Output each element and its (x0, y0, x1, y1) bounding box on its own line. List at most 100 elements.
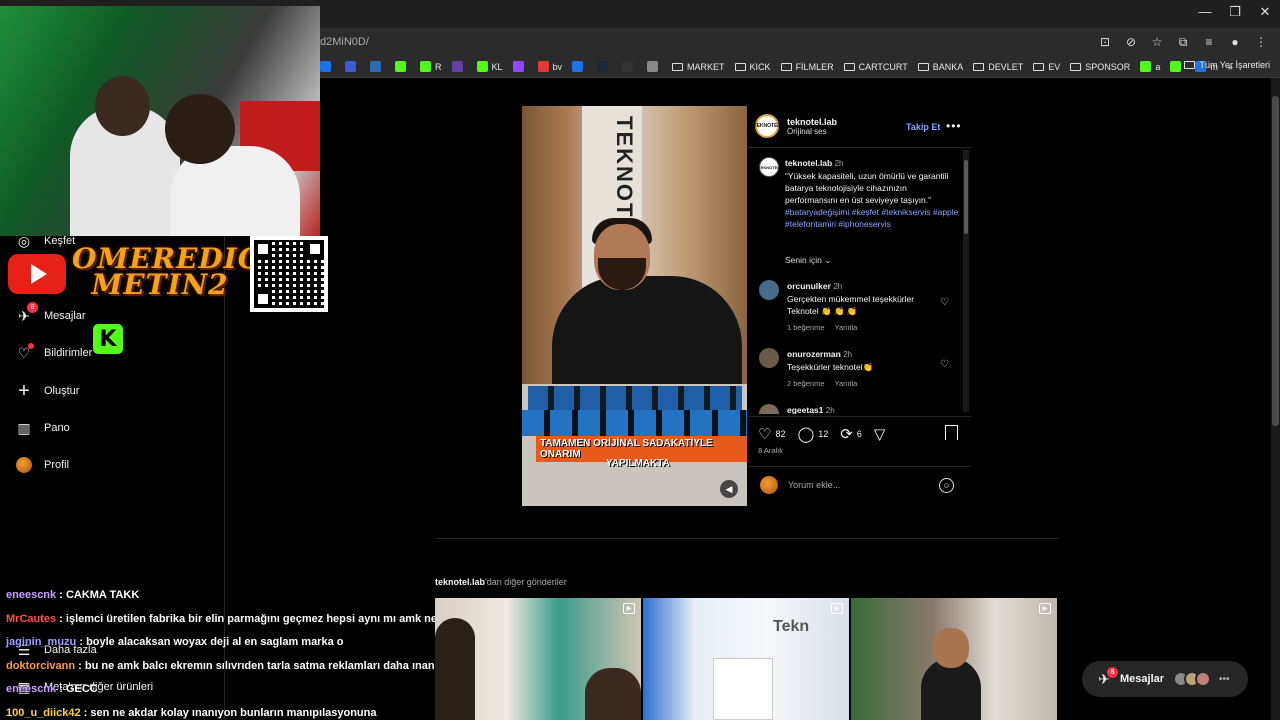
notification-dot (28, 343, 34, 349)
bookmark-folder[interactable]: BANKA (917, 61, 964, 72)
bookmark-folder[interactable]: DEVLET (973, 62, 1023, 72)
eye-off-icon[interactable]: ⊘ (1122, 33, 1140, 51)
streamer-right-head (165, 94, 235, 164)
sidebar-item-olustur[interactable]: + Oluştur (16, 380, 79, 402)
bookmark-item[interactable] (320, 61, 335, 72)
bookmark-item[interactable] (451, 61, 467, 72)
save-icon[interactable] (945, 425, 958, 440)
extensions-icon[interactable]: ⧉ (1174, 33, 1192, 51)
comment-input-divider (748, 466, 971, 467)
bookmark-folder[interactable]: KICK (734, 62, 771, 72)
post-author-name[interactable]: teknotel.lab (787, 117, 837, 127)
restore-button[interactable]: ❐ (1218, 4, 1252, 20)
chrome-menu-icon[interactable]: ⋮ (1252, 33, 1270, 51)
post-audio[interactable]: Orijinal ses (787, 127, 837, 136)
bookmark-item[interactable]: bv (537, 61, 562, 72)
qr-code (250, 236, 328, 312)
star-icon[interactable]: ☆ (1148, 33, 1166, 51)
bookmark-folder[interactable]: CARTCURT (843, 61, 908, 72)
comment-avatar[interactable] (759, 280, 779, 300)
bookmark-item[interactable]: a (1140, 61, 1160, 72)
mute-icon[interactable]: ◀ (720, 480, 738, 498)
comment-avatar[interactable] (759, 348, 779, 368)
repost-button[interactable]: ⟳ 6 (840, 425, 862, 443)
comment-avatar[interactable] (759, 404, 779, 414)
messages-float-label: Mesajlar (1120, 673, 1165, 685)
comment-filter-dropdown[interactable]: Senin için ⌄ (785, 255, 831, 266)
bookmark-icon (320, 61, 331, 72)
folder-label: BANKA (932, 61, 964, 72)
comment-user[interactable]: egeetas1 (787, 405, 823, 414)
bookmark-item[interactable] (395, 61, 410, 72)
close-window-button[interactable]: ✕ (1248, 4, 1280, 20)
bookmark-item[interactable] (597, 61, 612, 72)
share-button[interactable]: ▽ (874, 425, 886, 443)
post-thumbnail[interactable]: ▶ (435, 598, 641, 720)
caption-hashtags[interactable]: #bataryadeğişimi #keşfet #teknikservis #… (785, 206, 960, 230)
profile-icon[interactable]: ● (1226, 33, 1244, 51)
bookmark-folder[interactable]: EV (1033, 62, 1060, 72)
sidebar-item-mesajlar[interactable]: ✈ 8 Mesajlar (16, 302, 86, 324)
bookmark-item[interactable] (647, 61, 662, 72)
more-options-icon[interactable]: ••• (946, 119, 962, 133)
messages-float-button[interactable]: ✈ 8 Mesajlar ••• (1082, 661, 1248, 697)
comment-time: 2h (843, 350, 853, 359)
bookmark-item[interactable]: R (420, 61, 442, 72)
sidebar-item-profil[interactable]: Profil (16, 457, 69, 473)
post-author-avatar[interactable]: TEKNOTEL (754, 114, 780, 138)
youtube-logo (8, 254, 66, 294)
install-app-icon[interactable]: ⊡ (1096, 33, 1114, 51)
comment-user[interactable]: orcunulker (787, 281, 831, 291)
comment-like-icon[interactable]: ♡ (940, 297, 949, 308)
folder-label: CARTCURT (858, 61, 908, 72)
reply-button[interactable]: Yanıtla (835, 322, 858, 334)
caption-avatar[interactable]: TEKNOTEL (758, 157, 780, 177)
emoji-icon[interactable]: ☺ (939, 478, 954, 493)
comment-likes[interactable]: 1 beğenme (787, 322, 825, 334)
caption-user[interactable]: teknotel.lab (785, 158, 832, 168)
bookmark-item[interactable] (572, 61, 587, 72)
comments-scrollbar-thumb[interactable] (964, 160, 968, 234)
minimize-button[interactable]: — (1188, 4, 1222, 19)
bookmark-item[interactable] (345, 61, 360, 72)
all-bookmarks[interactable]: Tüm Yer İşaretleri (1184, 60, 1270, 70)
folder-icon (843, 62, 855, 71)
bookmark-folder[interactable]: MARKET (672, 62, 725, 72)
bookmark-icon (512, 61, 524, 72)
comment-likes[interactable]: 2 beğenme (787, 378, 825, 390)
bookmark-item[interactable] (512, 61, 528, 72)
url-text[interactable]: d2MiN0D/ (320, 36, 369, 48)
more-posts-user[interactable]: teknotel.lab (435, 577, 485, 587)
bookmark-item[interactable]: KL (476, 61, 503, 72)
bookmark-label: a (1155, 61, 1161, 72)
comment-user[interactable]: onurozerman (787, 349, 841, 359)
sidebar-item-kesfet[interactable]: ◎ Keşfet (16, 233, 75, 249)
bookmark-item[interactable] (370, 61, 385, 72)
avatar-stack (1173, 671, 1212, 687)
tab-search-icon[interactable]: ≡ (1200, 33, 1218, 51)
follow-button[interactable]: Takip Et (906, 122, 940, 132)
comment-like-icon[interactable]: ♡ (940, 359, 949, 370)
bookmark-folder[interactable]: SPONSOR (1070, 62, 1130, 72)
sidebar-item-bildirimler[interactable]: ♡ Bildirimler (16, 343, 92, 361)
like-button[interactable]: ♡ 82 (758, 425, 785, 443)
bookmark-icon (420, 61, 431, 72)
brand-line-2: METIN2 (91, 268, 229, 301)
sidebar-item-pano[interactable]: ▥ Pano (16, 420, 69, 436)
chat-username: doktorcivann (6, 659, 76, 672)
comment-input-row: Yorum ekle... (760, 476, 840, 494)
bookmark-item[interactable] (622, 61, 637, 72)
comment-input[interactable]: Yorum ekle... (788, 480, 840, 490)
comment-button[interactable]: ◯ 12 (797, 425, 828, 443)
comment-icon: ◯ (797, 426, 815, 443)
bookmark-item[interactable] (1170, 61, 1185, 72)
chat-username: jaginin_muzu (6, 636, 77, 648)
sidebar-item-label: Keşfet (44, 235, 76, 247)
page-scrollbar-thumb[interactable] (1272, 96, 1279, 426)
bookmarks-bar: R KL bv MARKET KICK FİLMLER CARTCURT BANKA DEVLE… (318, 56, 1280, 78)
post-thumbnail[interactable]: Tekn ▶ (643, 598, 849, 720)
post-video[interactable]: TEKNOT TAMAMEN ORİJİNAL SADAKATİYLE ONAR… (522, 106, 747, 506)
reply-button[interactable]: Yanıtla (835, 378, 858, 390)
bookmark-folder[interactable]: FİLMLER (780, 62, 834, 72)
post-thumbnail[interactable]: ▶ (851, 598, 1057, 720)
